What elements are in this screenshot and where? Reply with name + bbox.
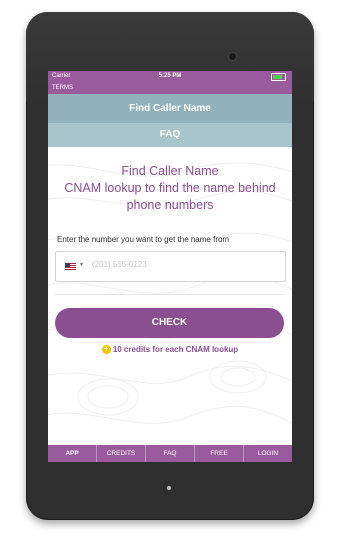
clock-time: 5:25 PM — [158, 73, 182, 79]
check-button[interactable]: CHECK — [55, 308, 284, 338]
divider — [55, 294, 284, 295]
page-title: Find Caller Name CNAM lookup to find the… — [48, 163, 292, 214]
credits-note: +10 credits for each CNAM lookup — [48, 345, 292, 355]
battery-icon — [271, 73, 286, 81]
phone-placeholder: (201) 555-0123 — [92, 260, 147, 269]
battery-level — [273, 75, 282, 79]
us-flag-icon[interactable] — [65, 263, 76, 270]
nav-item-login[interactable]: LOGIN — [243, 445, 292, 462]
home-indicator — [167, 486, 171, 490]
camera-icon — [228, 52, 237, 61]
coin-icon: + — [101, 345, 111, 355]
terms-link[interactable]: TERMS — [52, 85, 73, 91]
app-screen: Carrier 5:25 PM TERMS Find Caller Name F… — [48, 71, 292, 462]
subtitle-line-1: CNAM lookup to find the name behind — [64, 181, 276, 195]
terms-bar: TERMS — [48, 82, 292, 94]
faq-tab[interactable]: FAQ — [48, 123, 292, 147]
phone-input-label: Enter the number you want to get the nam… — [57, 235, 230, 244]
nav-item-app[interactable]: APP — [48, 445, 96, 462]
subtitle-line-2: phone numbers — [126, 198, 214, 212]
title-line: Find Caller Name — [121, 164, 219, 178]
main-content: Find Caller Name CNAM lookup to find the… — [48, 147, 292, 445]
find-caller-name-tab[interactable]: Find Caller Name — [48, 94, 292, 123]
chevron-down-icon[interactable]: ▼ — [79, 262, 84, 268]
bottom-navigation: APP CREDITS FAQ FREE LOGIN — [48, 445, 292, 462]
status-bar: Carrier 5:25 PM — [48, 71, 292, 82]
nav-item-free[interactable]: FREE — [194, 445, 243, 462]
nav-item-faq[interactable]: FAQ — [145, 445, 194, 462]
credits-note-text: 10 credits for each CNAM lookup — [112, 345, 239, 354]
nav-item-credits[interactable]: CREDITS — [96, 445, 145, 462]
phone-number-input[interactable]: ▼ (201) 555-0123 — [55, 251, 286, 282]
